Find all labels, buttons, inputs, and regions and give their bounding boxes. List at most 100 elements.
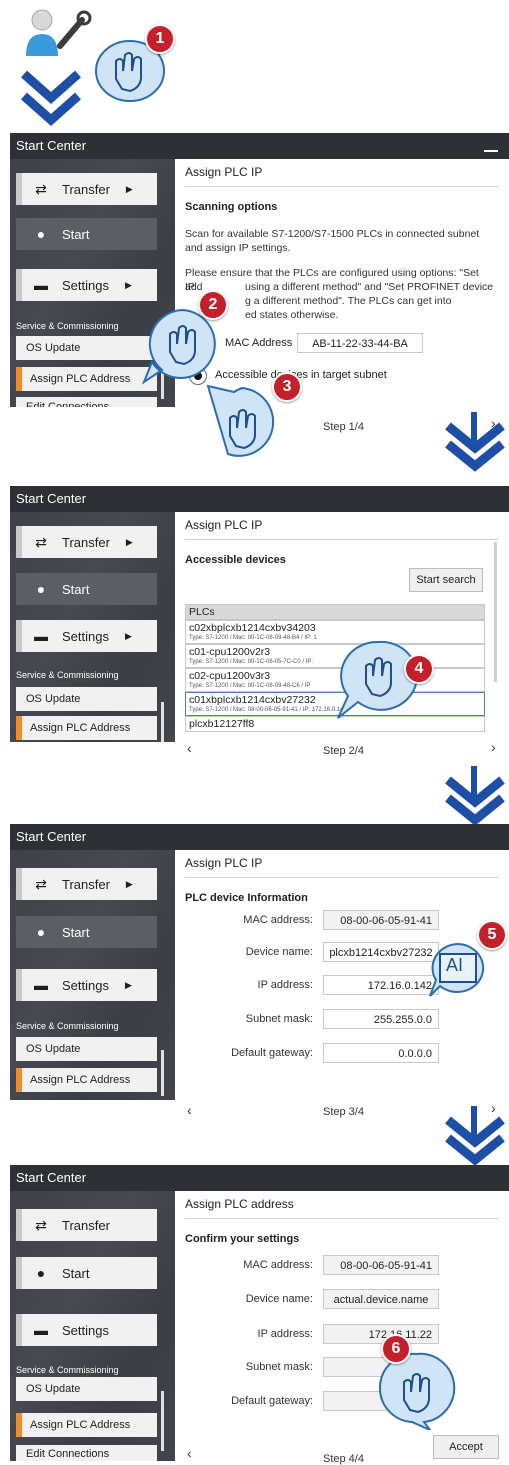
prev-button[interactable]: ‹ [187,1102,192,1118]
sidebar-settings-button[interactable]: ▬ Settings [16,1314,157,1346]
plc-name: c01-cpu1200v2r3 [189,646,271,658]
section-title: Accessible devices [185,554,286,566]
sidebar-transfer-button[interactable]: ⇄ Transfer ▶ [16,526,157,558]
sidebar-start-button[interactable]: ● Start [16,916,157,948]
text-input-callout-icon: AI [428,940,488,998]
window-titlebar: Start Center [10,824,509,850]
ip-address-input[interactable]: 172.16.0.142 [323,975,439,995]
start-search-button[interactable]: Start search [409,568,483,592]
device-name-field: actual.device.name [323,1289,439,1309]
down-chevron-arrow-icon [440,412,509,472]
content-scrollbar[interactable] [494,542,497,682]
sidebar: ⇄ Transfer ▶ ● Start ▬ Settings ▶ Service & C… [10,850,175,1100]
sidebar-item-os-update[interactable]: OS Update [16,687,157,711]
page-title: Assign PLC address [185,1197,294,1211]
content-area: Assign PLC IP Scanning options Scan for … [185,159,509,433]
accept-button[interactable]: Accept [433,1435,499,1459]
sidebar-settings-button[interactable]: ▬ Settings ▶ [16,969,157,1001]
window-title: Start Center [16,829,87,844]
transfer-arrows-icon: ⇄ [35,875,47,892]
subnet-mask-label: Subnet mask: [245,1013,313,1025]
play-icon: ● [36,924,46,940]
mac-address-label: MAC address: [243,914,313,926]
window-title: Start Center [16,1170,87,1185]
sidebar-start-button[interactable]: ● Start [16,573,157,605]
triangle-right-icon: ▶ [124,630,132,641]
page-title: Assign PLC IP [185,518,263,532]
section-title: PLC device Information [185,892,308,904]
plc-details: Type: S7-1200 / Mac: 00-1C-06-05-7C-C0 /… [189,659,314,665]
tap-hand-icon [200,380,284,464]
sidebar-transfer-button[interactable]: ⇄ Transfer [16,1209,157,1241]
subnet-mask-input[interactable]: 255.255.0.0 [323,1009,439,1029]
ip-address-field: 172.16.11.22 [323,1324,439,1344]
sidebar-settings-button[interactable]: ▬ Settings ▶ [16,620,157,652]
step-indicator: Step 3/4 [323,1106,364,1118]
callout-badge-3: 3 [272,372,302,402]
start-center-window-step-2: Start Center ⇄ Transfer ▶ ● Start ▬ Settings… [10,486,509,757]
down-chevron-arrow-icon [440,766,509,826]
sidebar-settings-button[interactable]: ▬ Settings ▶ [16,269,157,301]
sidebar-scrollbar[interactable] [161,1050,164,1096]
transfer-arrows-icon: ⇄ [35,533,47,550]
title-divider [185,877,499,878]
device-name-input[interactable]: plcxb1214cxbv27232 [323,942,439,962]
play-icon: ● [36,1265,46,1281]
page-title: Assign PLC IP [185,165,263,179]
prev-button[interactable]: ‹ [187,1445,192,1461]
sidebar-label: Settings [62,977,109,993]
step-indicator: Step 4/4 [323,1453,364,1465]
sidebar-label: Transfer [62,876,110,892]
sidebar: ⇄ Transfer ▶ ● Start ▬ Settings ▶ Service & C… [10,512,175,742]
sidebar-label: Start [62,1265,90,1281]
sidebar-scrollbar[interactable] [161,1391,164,1451]
mac-address-input[interactable]: AB-11-22-33-44-BA [297,333,423,353]
mac-address-field: 08-00-06-05-91-41 [323,910,439,930]
mac-address-label: MAC address: [243,1259,313,1271]
sidebar-transfer-button[interactable]: ⇄ Transfer ▶ [16,868,157,900]
sidebar-item-assign-plc-address[interactable]: Assign PLC Address [16,1413,157,1437]
sidebar-item-edit-connections[interactable]: Edit Connections [16,397,157,407]
default-gateway-input[interactable]: 0.0.0.0 [323,1043,439,1063]
triangle-right-icon: ▶ [125,878,133,889]
start-center-window-step-1: Start Center ⇄ Transfer ▶ ● Start ▬ Settings… [10,133,509,433]
step-indicator: Step 1/4 [323,421,364,433]
warning-line-2-end: using a different method" and "Set PROFI… [245,281,494,293]
sidebar-scrollbar[interactable] [161,702,164,742]
sidebar-start-button[interactable]: ● Start [16,218,157,250]
sidebar-item-assign-plc-address[interactable]: Assign PLC Address [16,367,157,391]
default-gateway-label: Default gateway: [231,1047,313,1059]
plc-details: Type: S7-1200 / Mac: 00-1C-06-09-48-B4 /… [189,635,317,641]
minimize-button[interactable] [473,133,509,159]
sidebar-label: Transfer [62,534,110,550]
next-button[interactable]: › [491,739,496,755]
sidebar-item-edit-connections[interactable]: Edit Connections [16,1445,157,1461]
sidebar-group-label: Service & Commissioning [16,1365,119,1375]
sidebar-item-os-update[interactable]: OS Update [16,1037,157,1061]
sidebar-item-assign-plc-address[interactable]: Assign PLC Address [16,1068,157,1092]
callout-badge-4: 4 [404,654,434,684]
sidebar-item-os-update[interactable]: OS Update [16,1377,157,1401]
prev-button[interactable]: ‹ [187,740,192,756]
plc-details: Type: S7-1200 / Mac: 08-00-06-05-91-41 /… [189,707,347,713]
title-divider [185,1218,499,1219]
title-divider [185,539,499,540]
ip-address-label: IP address: [257,1328,313,1340]
sidebar-start-button[interactable]: ● Start [16,1257,157,1289]
plc-list-header: PLCs [185,604,485,620]
sidebar-label: Start [62,924,90,940]
callout-badge-6: 6 [381,1334,411,1364]
content-area: Assign PLC address Confirm your settings… [185,1191,509,1465]
sidebar-transfer-button[interactable]: ⇄ Transfer ▶ [16,173,157,205]
sidebar-item-os-update[interactable]: OS Update [16,336,157,360]
sidebar-item-assign-plc-address[interactable]: Assign PLC Address [16,716,157,740]
transfer-arrows-icon: ⇄ [35,1216,47,1233]
warning-line-4-end: ed states otherwise. [245,309,339,321]
default-gateway-label: Default gateway: [231,1395,313,1407]
plc-name: c02-cpu1200v3r3 [189,670,271,682]
play-icon: ● [36,581,46,597]
plc-name: c01xbplcxb1214cxbv27232 [189,694,316,706]
plc-name: plcxb12127ff8 [189,718,255,730]
section-title: Confirm your settings [185,1233,300,1245]
callout-badge-5: 5 [477,920,507,950]
